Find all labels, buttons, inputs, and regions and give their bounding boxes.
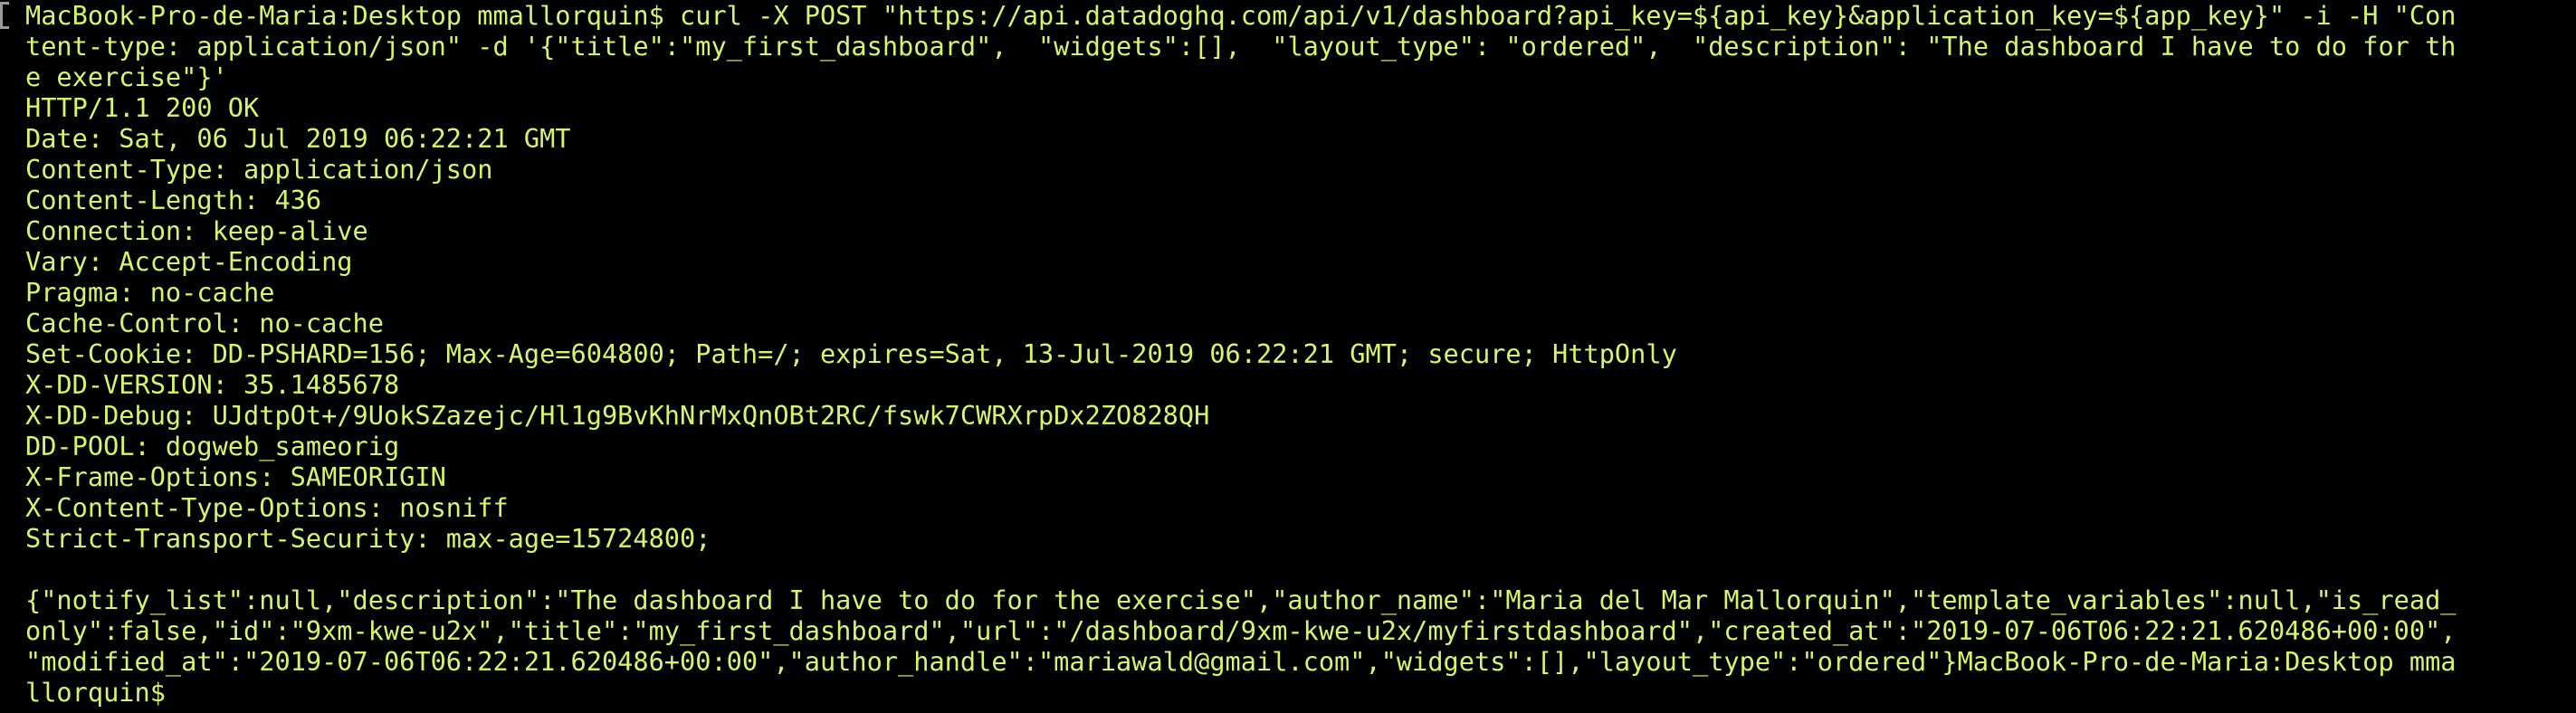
terminal-line: Vary: Accept-Encoding	[25, 246, 353, 277]
terminal-line: Content-Length: 436	[25, 185, 322, 215]
terminal-window[interactable]: MacBook-Pro-de-Maria:Desktop mmallorquin…	[0, 0, 2576, 713]
terminal-line: X-DD-VERSION: 35.1485678	[25, 369, 400, 400]
terminal-line: HTTP/1.1 200 OK	[25, 92, 260, 123]
text-cursor	[166, 681, 180, 707]
terminal-line: "modified_at":"2019-07-06T06:22:21.62048…	[25, 646, 2457, 677]
terminal-line: DD-POOL: dogweb_sameorig	[25, 431, 400, 461]
terminal-line: Connection: keep-alive	[25, 215, 368, 246]
selection-bracket-icon	[0, 2, 9, 29]
terminal-prompt: llorquin$	[25, 677, 166, 708]
terminal-line: {"notify_list":null,"description":"The d…	[25, 585, 2457, 615]
terminal-line: Set-Cookie: DD-PSHARD=156; Max-Age=60480…	[25, 338, 1677, 369]
terminal-line: X-DD-Debug: UJdtpOt+/9UokSZazejc/Hl1g9Bv…	[25, 400, 1210, 431]
terminal-line: tent-type: application/json" -d '{"title…	[25, 31, 2457, 62]
terminal-line: Pragma: no-cache	[25, 277, 275, 308]
terminal-line: Content-Type: application/json	[25, 154, 493, 185]
terminal-line: Cache-Control: no-cache	[25, 308, 384, 338]
terminal-prompt-line[interactable]: llorquin$	[25, 677, 2576, 708]
terminal-line: X-Content-Type-Options: nosniff	[25, 492, 509, 523]
terminal-line: MacBook-Pro-de-Maria:Desktop mmallorquin…	[25, 0, 2457, 31]
terminal-line: e exercise"}'	[25, 62, 228, 92]
terminal-line: only":false,"id":"9xm-kwe-u2x","title":"…	[25, 615, 2457, 646]
terminal-line: Date: Sat, 06 Jul 2019 06:22:21 GMT	[25, 123, 571, 154]
terminal-line: Strict-Transport-Security: max-age=15724…	[25, 523, 711, 554]
terminal-line: X-Frame-Options: SAMEORIGIN	[25, 461, 446, 492]
